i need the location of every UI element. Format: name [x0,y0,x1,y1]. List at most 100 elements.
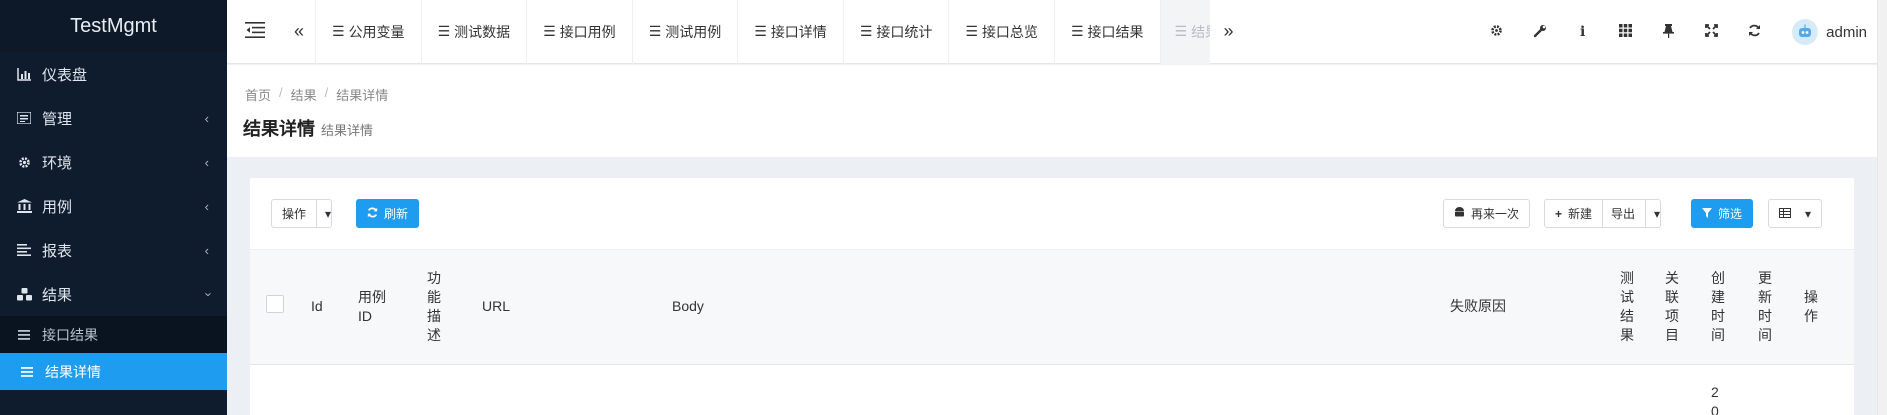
bank-icon [14,199,34,213]
column-header[interactable]: Body [664,250,1442,364]
bars-icon: ☰ [543,23,556,39]
pin-button[interactable] [1647,0,1690,64]
tab-label: 测试用例 [665,23,722,40]
column-header: 操作 [1796,250,1854,364]
tab-label: 接口统计 [876,23,933,40]
column-header[interactable]: 测试结果 [1612,250,1657,364]
retry-button[interactable]: 再来一次 [1443,199,1531,228]
settings-button[interactable] [1475,0,1518,64]
tab-label: 公用变量 [348,23,405,40]
sidebar-subitem-result-details[interactable]: 结果详情 [0,353,227,390]
created-time-cell: 20 [1703,364,1750,415]
caret-down-icon[interactable]: ▾ [316,200,331,227]
tab-api-cases[interactable]: ☰ 接口用例 [526,0,632,64]
column-header[interactable]: URL [474,250,664,364]
sidebar-item-environment[interactable]: 环境 ‹ [0,140,227,184]
bars-icon [18,329,30,340]
gear-icon [1490,24,1503,40]
bar-chart-icon [14,67,34,81]
tab-test-data[interactable]: ☰ 测试数据 [420,0,527,64]
bars-icon [21,366,33,377]
tab-label: 接口结果 [1087,23,1144,40]
table-row[interactable]: 20 [250,364,1854,415]
page-scrollbar[interactable] [1877,0,1887,415]
column-header-label: 功能描述 [427,269,441,343]
avatar [1792,19,1819,45]
android-icon [1454,206,1465,221]
column-header[interactable]: 失败原因 [1442,250,1612,364]
sidebar-toggle-button[interactable] [227,0,283,64]
sidebar-subitem-label: 接口结果 [42,326,98,343]
pin-icon [1663,23,1675,41]
chevron-down-icon: ‹ [199,291,215,297]
page-title-text: 结果详情 [243,119,315,139]
column-header[interactable]: 功能描述 [419,250,474,364]
sidebar-item-label: 用例 [42,198,73,216]
breadcrumb-results[interactable]: 结果 [291,85,317,104]
results-table: Id 用例ID 功能描述 URL Body 失败原因 测试结果 关联项目 创建时… [250,250,1854,415]
tab-api-overview[interactable]: ☰ 接口总览 [948,0,1054,64]
sidebar-item-label: 仪表盘 [42,66,88,84]
breadcrumb-separator: / [279,85,283,100]
sidebar-item-label: 结果 [42,286,73,304]
bars-icon: ☰ [1070,23,1084,39]
tab-result-details[interactable]: ☰结果详情 [1159,0,1210,64]
tab-test-cases[interactable]: ☰ 测试用例 [631,0,738,64]
export-button[interactable]: 导出 [1602,200,1635,227]
chevron-left-icon: ‹ [204,242,209,258]
columns-toggle-button[interactable]: ▾ [1768,199,1823,228]
column-header[interactable]: Id [303,250,350,364]
new-export-group: + 新建 导出 ▾ [1544,199,1662,228]
sidebar-item-reports[interactable]: 报表 ‹ [0,228,227,272]
sidebar-item-results[interactable]: 结果 ‹ [0,272,227,316]
refresh-label: 刷新 [384,207,409,221]
breadcrumb-home[interactable]: 首页 [245,85,271,104]
bars-icon: ☰ [332,23,345,39]
tools-button[interactable] [1518,0,1561,64]
brand-logo[interactable]: TestMgmt [0,0,227,52]
results-panel: 操作 ▾ 刷新 再来一次 + 新建 导出 ▾ 筛选 ▾ Id 用例ID 功能描述… [250,178,1854,415]
filter-button[interactable]: 筛选 [1691,199,1754,228]
sidebar-item-dashboard[interactable]: 仪表盘 [0,52,227,96]
sidebar-subitem-api-results[interactable]: 接口结果 [0,316,227,353]
cubes-icon [14,287,34,301]
refresh-button[interactable]: 刷新 [356,199,420,228]
bars-icon: ☰ [965,23,978,39]
content-header: 首页 / 结果 / 结果详情 结果详情 结果详情 [227,65,1877,157]
apps-grid-button[interactable] [1604,0,1647,64]
gear-icon [14,156,34,169]
fullscreen-button[interactable] [1690,0,1733,64]
tab-api-stats[interactable]: ☰ 接口统计 [842,0,949,64]
column-header[interactable]: 创建时间 [1703,250,1750,364]
column-header-label: 更新时间 [1758,269,1772,343]
sidebar-item-cases[interactable]: 用例 ‹ [0,184,227,228]
info-icon: i [1579,24,1586,40]
tab-api-details[interactable]: ☰ 接口详情 [737,0,843,64]
sidebar-item-label: 报表 [42,242,73,260]
new-label[interactable]: 新建 [1568,205,1592,222]
actions-dropdown-button[interactable]: 操作 ▾ [271,199,333,228]
user-menu[interactable]: admin [1792,19,1867,45]
column-header-label: 关联项目 [1665,269,1679,343]
sidebar-item-manage[interactable]: 管理 ‹ [0,96,227,140]
sidebar-item-label: 环境 [42,154,73,172]
info-button[interactable]: i [1561,0,1604,64]
expand-icon [1705,24,1719,40]
tabs-scroll-left-button[interactable]: « [283,0,315,64]
column-header[interactable]: 关联项目 [1657,250,1703,364]
select-all-checkbox[interactable] [266,295,284,314]
sidebar: TestMgmt 仪表盘 管理 ‹ 环境 ‹ 用例 ‹ 报表 ‹ 结果 ‹ 接口… [0,0,227,415]
bars-icon: ☰ [859,23,873,39]
tabs-scroll-right-button[interactable]: » [1210,0,1248,64]
caret-down-icon[interactable]: ▾ [1645,200,1660,227]
navbar-tools: i admin [1475,0,1867,64]
menu-toggle-icon [245,22,265,41]
top-navbar: « ☰ 公用变量 ☰ 测试数据 ☰ 接口用例 ☰ 测试用例 ☰ 接口详情 ☰ 接口统计 ☰ 接… [227,0,1877,64]
tab-public-variables[interactable]: ☰ 公用变量 [315,0,421,64]
column-header[interactable]: 更新时间 [1750,250,1796,364]
tab-api-results[interactable]: ☰ 接口结果 [1053,0,1160,64]
refresh-page-button[interactable] [1733,0,1776,64]
table-icon [1779,207,1791,221]
refresh-icon [367,207,378,221]
column-header[interactable]: 用例ID [350,250,419,364]
